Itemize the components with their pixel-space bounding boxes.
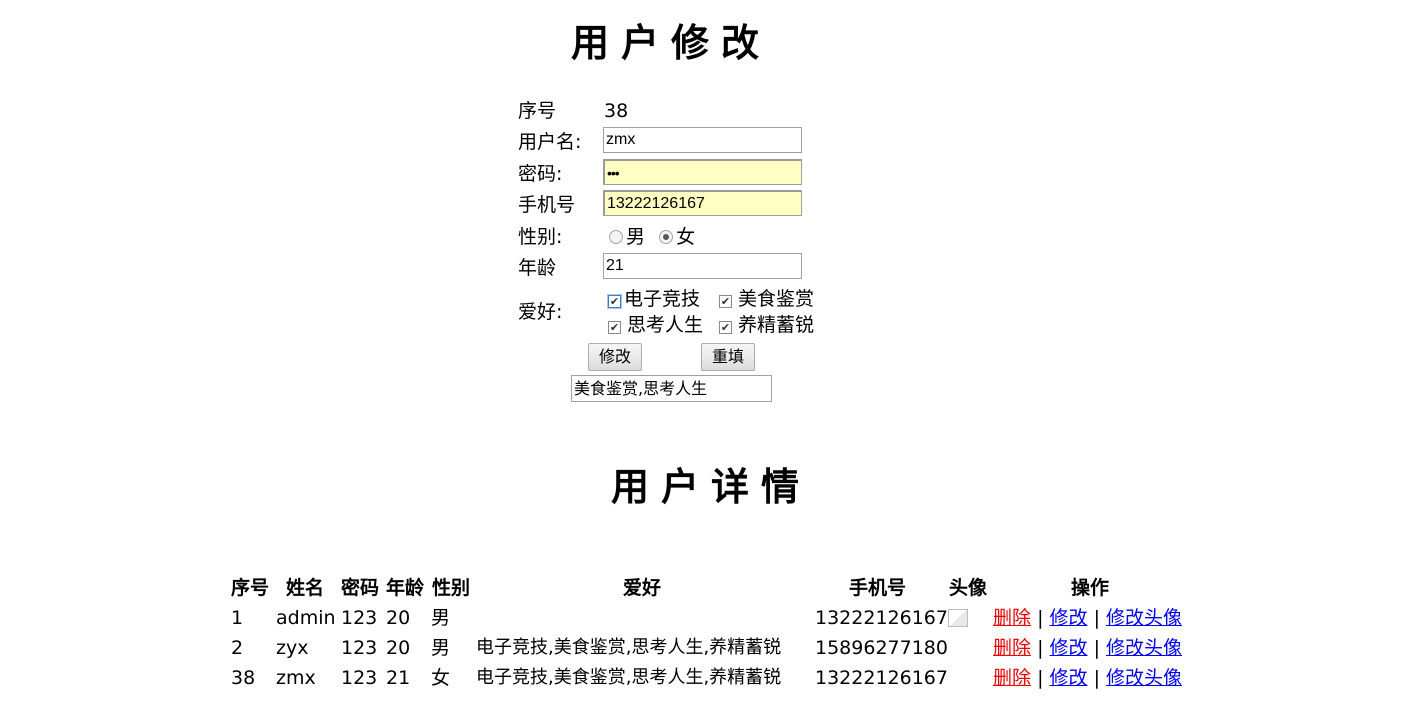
cell-phone: 15896277180 [815, 637, 948, 659]
password-input[interactable]: ••• [603, 159, 802, 185]
header-gender: 性别 [432, 577, 471, 599]
cell-name: zmx [276, 667, 316, 689]
cell-id: 38 [231, 667, 256, 689]
hobby-label-thinking: 思考人生 [627, 314, 704, 336]
hobby-label-esports: 电子竞技 [624, 288, 701, 310]
phone-label: 手机号 [518, 194, 576, 216]
action-separator: | [1093, 607, 1100, 629]
header-action: 操作 [1071, 577, 1110, 599]
cell-id: 2 [231, 637, 244, 659]
cell-avatar [948, 606, 968, 630]
hobby-item: ✔ 电子竞技 [608, 287, 700, 311]
edit-link[interactable]: 修改 [1050, 607, 1088, 629]
hobby-item: ✔ 养精蓄锐 [719, 313, 814, 337]
action-separator: | [1093, 667, 1100, 689]
cell-gender: 女 [431, 667, 451, 689]
header-hobby: 爱好 [623, 577, 662, 599]
hobby-item: ✔ 美食鉴赏 [719, 287, 814, 311]
edit-avatar-link[interactable]: 修改头像 [1106, 667, 1182, 689]
gender-label: 性别: [518, 226, 563, 248]
age-input[interactable]: 21 [603, 253, 802, 279]
header-password: 密码 [341, 577, 380, 599]
action-separator: | [1037, 607, 1044, 629]
cell-id: 1 [231, 607, 244, 629]
age-label: 年龄 [518, 257, 557, 279]
cell-password: 123 [341, 637, 378, 659]
id-value: 38 [604, 100, 629, 122]
hobby-checkbox-thinking[interactable]: ✔ [608, 321, 621, 334]
cell-name: zyx [276, 637, 309, 659]
phone-input[interactable]: 13222126167 [603, 190, 802, 216]
id-label: 序号 [518, 100, 557, 122]
cell-name: admin [276, 607, 336, 629]
detail-page-title: 用户详情 [610, 465, 811, 509]
edit-page-title: 用户修改 [570, 21, 771, 65]
header-age: 年龄 [386, 577, 425, 599]
cell-gender: 男 [431, 637, 451, 659]
edit-avatar-link[interactable]: 修改头像 [1106, 607, 1182, 629]
cell-phone: 13222126167 [815, 667, 948, 689]
gender-female-label: 女 [676, 226, 696, 248]
header-id: 序号 [231, 577, 270, 599]
cell-hobby: 电子竞技,美食鉴赏,思考人生,养精蓄锐 [476, 637, 782, 658]
cell-actions: 删除 | 修改 | 修改头像 [993, 606, 1182, 630]
hobby-checkbox-rest[interactable]: ✔ [719, 321, 732, 334]
delete-link[interactable]: 删除 [993, 637, 1031, 659]
action-separator: | [1037, 637, 1044, 659]
cell-actions: 删除 | 修改 | 修改头像 [993, 636, 1182, 660]
cell-age: 20 [386, 637, 411, 659]
cell-password: 123 [341, 667, 378, 689]
page: 用户修改 序号 38 用户名: zmx 密码: ••• 手机号 13222126… [0, 0, 1402, 711]
gender-male-radio[interactable] [609, 230, 623, 244]
selected-hobbies-output: 美食鉴赏,思考人生 [571, 375, 772, 402]
broken-image-icon [948, 609, 968, 627]
username-input[interactable]: zmx [603, 127, 802, 153]
cell-hobby: 电子竞技,美食鉴赏,思考人生,养精蓄锐 [476, 667, 782, 688]
hobby-checkbox-food[interactable]: ✔ [719, 295, 732, 308]
cell-password: 123 [341, 607, 378, 629]
action-separator: | [1037, 667, 1044, 689]
hobby-label: 爱好: [518, 301, 563, 323]
header-phone: 手机号 [849, 577, 907, 599]
edit-link[interactable]: 修改 [1050, 667, 1088, 689]
reset-button[interactable]: 重填 [701, 343, 756, 371]
delete-link[interactable]: 删除 [993, 607, 1031, 629]
cell-age: 21 [386, 667, 411, 689]
gender-female-radio[interactable] [659, 230, 674, 244]
username-label: 用户名: [518, 131, 582, 153]
cell-phone: 13222126167 [815, 607, 948, 629]
edit-link[interactable]: 修改 [1050, 637, 1088, 659]
header-avatar: 头像 [949, 577, 988, 599]
cell-actions: 删除 | 修改 | 修改头像 [993, 666, 1182, 690]
edit-avatar-link[interactable]: 修改头像 [1106, 637, 1182, 659]
cell-age: 20 [386, 607, 411, 629]
hobby-label-rest: 养精蓄锐 [738, 314, 815, 336]
gender-male-label: 男 [626, 226, 646, 248]
gender-options: 男 女 [609, 225, 695, 249]
hobby-label-food: 美食鉴赏 [738, 288, 815, 310]
submit-button[interactable]: 修改 [588, 343, 643, 371]
delete-link[interactable]: 删除 [993, 667, 1031, 689]
cell-gender: 男 [431, 607, 451, 629]
header-name: 姓名 [286, 577, 325, 599]
password-label: 密码: [518, 163, 563, 185]
hobby-checkbox-esports[interactable]: ✔ [608, 295, 621, 308]
hobby-item: ✔ 思考人生 [608, 313, 703, 337]
action-separator: | [1093, 637, 1100, 659]
